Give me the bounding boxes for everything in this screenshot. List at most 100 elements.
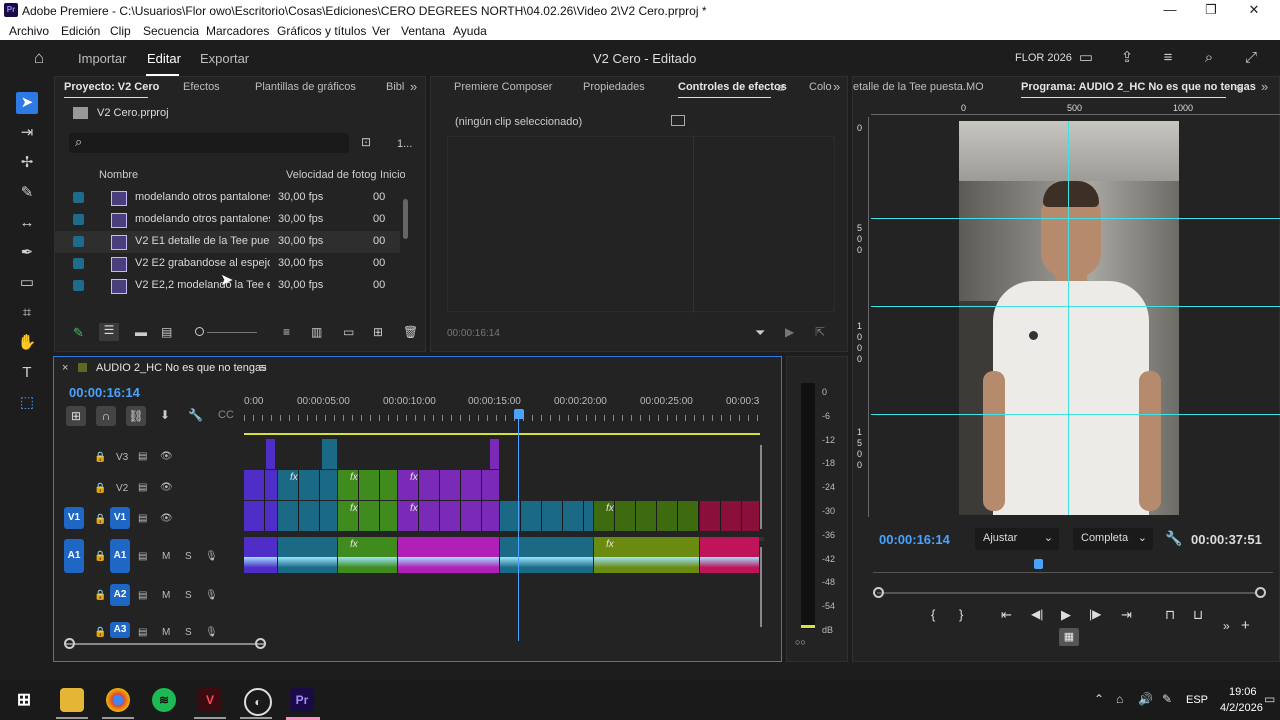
obs-icon[interactable]: ◐: [244, 688, 272, 716]
eye-icon[interactable]: 👁: [160, 451, 173, 462]
label-color-swatch[interactable]: [73, 280, 84, 291]
menu-ventana[interactable]: Ventana: [401, 24, 445, 38]
video-clip[interactable]: [700, 501, 759, 531]
export-icon[interactable]: ⇱: [815, 325, 825, 339]
zoom-scrollbar-start[interactable]: [873, 587, 884, 598]
label-color-swatch[interactable]: [73, 214, 84, 225]
windows-start-icon[interactable]: ⊞: [12, 688, 36, 712]
tab-propiedades[interactable]: Propiedades: [583, 81, 645, 93]
fullscreen-icon[interactable]: ⤢: [1242, 49, 1260, 67]
step-back-icon[interactable]: ◀|: [1031, 607, 1043, 621]
playhead-timecode[interactable]: 00:00:16:14: [879, 532, 950, 547]
scrollbar-handle-left[interactable]: [64, 638, 75, 649]
minimize-button[interactable]: —: [1150, 1, 1190, 19]
ripple-edit-icon[interactable]: ✢: [16, 152, 38, 174]
new-bin-icon[interactable]: ⊡: [361, 135, 371, 149]
sync-lock-icon[interactable]: ▤: [138, 627, 147, 638]
razor-icon[interactable]: ✎: [16, 182, 38, 204]
filter-icon[interactable]: ⏷: [755, 325, 765, 341]
sort-icon[interactable]: ≡: [283, 325, 290, 339]
zoom-scrollbar[interactable]: [877, 592, 1257, 594]
lock-icon[interactable]: 🔒: [94, 514, 106, 525]
icon-view-icon[interactable]: ▬: [135, 325, 147, 339]
label-color-swatch[interactable]: [73, 192, 84, 203]
video-clip[interactable]: fx: [594, 501, 699, 531]
tab-premiere-composer[interactable]: Premiere Composer: [454, 81, 552, 93]
generative-tool-icon[interactable]: ⬚: [16, 392, 38, 414]
lock-icon[interactable]: 🔒: [94, 627, 106, 638]
lock-icon[interactable]: 🔒: [94, 452, 106, 463]
solo-button[interactable]: S: [185, 590, 192, 601]
voiceover-mic-icon[interactable]: 🎙: [205, 627, 218, 638]
audio-clip[interactable]: fx: [338, 537, 397, 573]
video-clip[interactable]: [266, 439, 275, 469]
panel-menu-icon[interactable]: ≡: [1236, 80, 1244, 95]
clock-date[interactable]: 4/2/2026: [1220, 702, 1263, 714]
more-tabs-icon[interactable]: »: [1261, 79, 1268, 94]
source-patch-a1[interactable]: A1: [64, 539, 84, 573]
work-area-bar[interactable]: [244, 433, 760, 435]
video-clip[interactable]: fx: [398, 501, 499, 531]
playhead-handle[interactable]: [1034, 559, 1043, 569]
workspace-menu-icon[interactable]: ≡: [1159, 49, 1177, 67]
menu-secuencia[interactable]: Secuencia: [143, 24, 199, 38]
panel-layout-icon[interactable]: ▭: [1077, 49, 1095, 67]
pen-tool-icon[interactable]: ✒: [16, 242, 38, 264]
list-item[interactable]: V2 E1 detalle de la Tee puest 30,00 fps 00: [55, 231, 400, 253]
guide-line[interactable]: [1068, 121, 1069, 515]
solo-button[interactable]: S: [185, 551, 192, 562]
close-button[interactable]: ✕: [1234, 1, 1274, 19]
video-clip[interactable]: fx: [278, 470, 337, 500]
track-label-v3[interactable]: V3: [116, 452, 128, 463]
audio-clip[interactable]: [244, 537, 277, 573]
sync-lock-icon[interactable]: ▤: [138, 513, 147, 524]
vegas-icon[interactable]: V: [198, 688, 222, 712]
zoom-slider[interactable]: [207, 332, 257, 333]
file-explorer-icon[interactable]: [60, 688, 84, 712]
insert-nest-icon[interactable]: ⊞: [66, 406, 86, 426]
video-clip[interactable]: [278, 501, 337, 531]
list-item[interactable]: modelando otros pantalones 30,00 fps 00: [55, 209, 400, 231]
track-target-a3[interactable]: A3: [110, 622, 130, 638]
video-clip[interactable]: [322, 439, 337, 469]
zoom-select-icon[interactable]: ⌗: [16, 302, 38, 324]
export-frame-icon[interactable]: ▦: [1059, 628, 1079, 646]
sequence-name[interactable]: AUDIO 2_HC No es que no tengas: [96, 362, 267, 374]
fit-dropdown[interactable]: Ajustar ⌄: [975, 528, 1059, 550]
workspace-name[interactable]: FLOR 2026: [1015, 52, 1072, 64]
zoom-slider-handle[interactable]: [195, 327, 204, 336]
add-marker-icon[interactable]: ⬇: [160, 408, 170, 422]
menu-marcadores[interactable]: Marcadores: [206, 24, 269, 38]
timeline-timecode[interactable]: 00:00:16:14: [69, 385, 140, 400]
menu-ayuda[interactable]: Ayuda: [453, 24, 487, 38]
mute-button[interactable]: M: [162, 551, 170, 562]
col-inicio[interactable]: Inicio: [380, 169, 405, 181]
voiceover-mic-icon[interactable]: 🎙: [205, 590, 218, 601]
type-tool-icon[interactable]: T: [16, 362, 38, 384]
video-clip[interactable]: fx: [338, 501, 397, 531]
search-icon[interactable]: ⌕: [1200, 49, 1218, 67]
tray-chevron-icon[interactable]: ⌃: [1094, 692, 1104, 706]
horizontal-scrollbar[interactable]: [66, 643, 266, 645]
automate-icon[interactable]: ▥: [311, 325, 322, 339]
slip-tool-icon[interactable]: ↔: [16, 212, 38, 234]
extract-icon[interactable]: ⊔: [1193, 607, 1203, 623]
captions-icon[interactable]: CC: [218, 409, 234, 421]
menu-clip[interactable]: Clip: [110, 24, 131, 38]
sync-lock-icon[interactable]: ▤: [138, 451, 147, 462]
lock-icon[interactable]: 🔒: [94, 483, 106, 494]
tab-bibl[interactable]: Bibl: [386, 81, 404, 93]
home-icon[interactable]: ⌂: [30, 49, 48, 67]
video-clip[interactable]: [500, 501, 593, 531]
video-clip[interactable]: [244, 470, 277, 500]
track-label-v2[interactable]: V2: [116, 483, 128, 494]
tab-program[interactable]: Programa: AUDIO 2_HC No es que no tengas: [1021, 81, 1256, 93]
lock-icon[interactable]: 🔒: [94, 590, 106, 601]
mini-timeline-ruler[interactable]: [873, 565, 1273, 573]
track-target-a2[interactable]: A2: [110, 584, 130, 606]
clock-time[interactable]: 19:06: [1229, 686, 1257, 698]
audio-clip[interactable]: fx: [594, 537, 699, 573]
panel-menu-icon[interactable]: ≡: [259, 360, 267, 375]
step-forward-icon[interactable]: |▶: [1089, 607, 1101, 621]
freeform-view-icon[interactable]: ▤: [161, 325, 172, 339]
